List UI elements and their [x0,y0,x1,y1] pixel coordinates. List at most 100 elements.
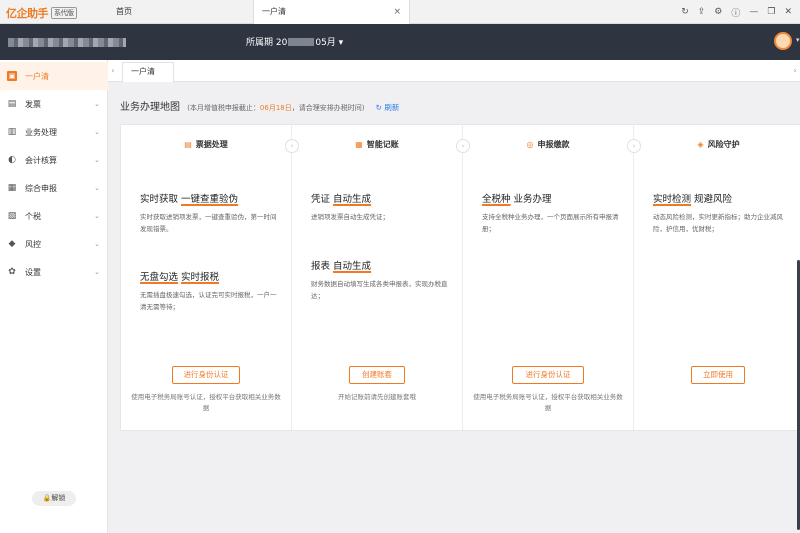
page-tab-strip: ‹ 一户清 › [108,60,800,82]
info-icon[interactable]: ⓘ [731,6,740,19]
feature-desc: 动态风险检测，实时更新指标；助力企业减风险，护信用，优财税； [653,213,783,233]
shield-icon: ◆ [8,239,16,249]
tab-yihuqing[interactable]: 一户清 × [253,0,410,24]
avatar-chevron-icon[interactable]: ▾ [796,36,800,44]
sidebar-item-label: 设置 [25,267,41,277]
button-hint: 使用电子税务局账号认证，授权平台获取相关业务数据 [131,393,281,412]
sidebar-item-label: 综合申报 [25,183,57,193]
sidebar-item-label: 风控 [25,239,41,249]
feature-block: 实时获取 一键查重验伪 实时获取进销项发票，一键查重验伪，第一时间发现错票。 [140,191,278,235]
column-header: ▦ 智能记账 [292,139,462,150]
sidebar-item-label: 发票 [25,99,41,109]
chevron-down-icon: ⌄ [94,100,100,108]
period-month: 05月 [315,38,336,48]
feature-highlight: 实时报税 [181,272,220,283]
sidebar-item-business[interactable]: ▥ 业务处理 ⌄ [0,118,108,146]
column-header: ◈ 风险守护 [634,139,800,150]
chevron-down-icon: ⌄ [94,268,100,276]
button-hint: 开始记账前请先创建账套哦 [338,393,416,401]
column-title: 智能记账 [366,140,399,149]
note-suffix: ，请合理安排办税时间) [291,104,365,112]
identity-auth-button[interactable]: 进行身份认证 [172,366,240,384]
column-title: 票据处理 [195,140,228,149]
sidebar: ▣ 一户清 ▤ 发票 ⌄ ▥ 业务处理 ⌄ ◐ 会计核算 ⌄ ▦ 综合申报 ⌄ … [0,60,108,533]
sidebar-item-label: 业务处理 [25,127,57,137]
avatar[interactable] [774,32,792,50]
close-window-icon[interactable]: ✕ [784,7,792,17]
unlock-button[interactable]: 🔒解锁 [32,491,76,506]
pie-chart-icon: ◐ [8,155,16,165]
app-header: 所属期 20 05月 ▾ ▾ [0,24,800,60]
tab-scroll-right-icon[interactable]: › [790,60,800,82]
sidebar-item-personal-tax[interactable]: ▧ 个税 ⌄ [0,202,108,230]
restore-icon[interactable]: ❐ [767,7,775,17]
invoice-icon: ▤ [184,140,192,149]
feature-highlight: 一键查重验伪 [181,194,239,205]
chevron-right-icon: › [456,139,470,153]
feature-title: 实时获取 [140,194,179,205]
close-tab-icon[interactable]: × [393,0,401,24]
logo-text: 亿企助手 [6,7,49,20]
sidebar-item-risk[interactable]: ◆ 风控 ⌄ [0,230,108,258]
feature-title: 报表 [311,261,331,272]
tab-home[interactable]: 首页 [116,0,132,24]
feature-highlight: 无盘勾选 [140,272,179,283]
tab-scroll-left-icon[interactable]: ‹ [108,60,118,82]
feature-title: 凭证 [311,194,331,205]
feature-highlight: 自动生成 [333,194,372,205]
shield-icon: ◈ [697,140,704,149]
period-year: 20 [275,38,288,48]
sidebar-item-settings[interactable]: ✿ 设置 ⌄ [0,258,108,286]
feature-highlight: 实时检测 [653,194,692,205]
column-header: ▤ 票据处理 [121,139,291,150]
person-doc-icon: ▧ [7,211,17,221]
app-logo: 亿企助手 系代版 [6,5,77,21]
version-badge: 系代版 [51,7,77,19]
sidebar-item-filing[interactable]: ▦ 综合申报 ⌄ [0,174,108,202]
document-icon: ▥ [7,127,17,137]
feature-desc: 进销项发票自动生成凭证； [311,213,389,221]
invoice-icon: ▤ [7,99,17,109]
chevron-down-icon: ⌄ [94,128,100,136]
tab-label: 一户清 [262,7,286,16]
chevron-right-icon: › [285,139,299,153]
chevron-right-icon: › [627,139,641,153]
sidebar-item-label: 一户清 [25,71,49,81]
column-smart-bookkeeping: ▦ 智能记账 › 凭证 自动生成 进销项发票自动生成凭证； 报表 自动生成 财务数… [292,125,470,430]
column-title: 风险守护 [707,140,740,149]
sidebar-item-label: 会计核算 [25,155,57,165]
page-tab-yihuqing[interactable]: 一户清 [122,62,174,82]
feature-desc: 无需插盘极速勾选，认证完可实时报税，一户一清无需等待； [140,291,277,311]
report-icon: ▦ [7,183,17,193]
feature-highlight: 自动生成 [333,261,372,272]
period-masked [288,38,315,46]
use-now-button[interactable]: 立即使用 [691,366,745,384]
business-map-panel: ▤ 票据处理 › 实时获取 一键查重验伪 实时获取进销项发票，一键查重验伪，第一时… [120,124,800,431]
window-controls: ↻ ⇪ ⚙ ⓘ — ❐ ✕ [681,0,792,24]
gear-icon: ✿ [8,267,16,277]
feature-block: 全税种 业务办理 支持全税种业务办理，一个页面展示所有申报清册； [482,191,620,235]
gear-icon[interactable]: ⚙ [714,7,722,17]
refresh-link[interactable]: ↻ 刷新 [376,103,400,112]
sidebar-item-yihuqing[interactable]: ▣ 一户清 [0,62,108,90]
feature-desc: 财务数据自动填写生成各类申报表，实现办税直达； [311,280,448,300]
chevron-down-icon: ⌄ [94,212,100,220]
period-selector[interactable]: 所属期 20 05月 ▾ [246,35,343,48]
chevron-down-icon: ⌄ [94,184,100,192]
feature-block: 报表 自动生成 财务数据自动填写生成各类申报表，实现办税直达； [311,258,449,302]
period-label: 所属期 [246,38,274,48]
sidebar-item-accounting[interactable]: ◐ 会计核算 ⌄ [0,146,108,174]
column-title: 申报缴款 [537,140,570,149]
identity-auth-button[interactable]: 进行身份认证 [512,366,584,384]
reload-icon[interactable]: ↻ [681,7,689,17]
feature-desc: 实时获取进销项发票，一键查重验伪，第一时间发现错票。 [140,213,277,233]
column-tax-filing: ◎ 申报缴款 › 全税种 业务办理 支持全税种业务办理，一个页面展示所有申报清册；… [463,125,641,430]
minimize-icon[interactable]: — [749,7,758,17]
grid-icon: ▦ [355,140,363,149]
create-ledger-button[interactable]: 创建账套 [349,366,405,384]
chevron-down-icon: ▾ [338,38,344,48]
sidebar-item-invoice[interactable]: ▤ 发票 ⌄ [0,90,108,118]
feature-title: 业务办理 [513,194,552,205]
feature-block: 实时检测 规避风险 动态风险检测，实时更新指标；助力企业减风险，护信用，优财税； [653,191,791,235]
upload-icon[interactable]: ⇪ [698,7,706,17]
